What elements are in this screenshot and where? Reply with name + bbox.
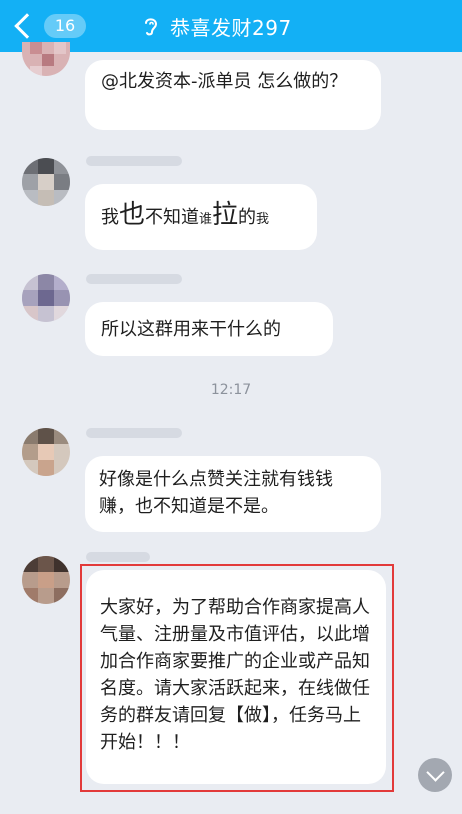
message-timestamp: 12:17 xyxy=(210,382,252,398)
message-bubble: @北发资本-派单员 怎么做的？ xyxy=(85,60,381,130)
avatar-mosaic xyxy=(22,158,70,206)
message-bubble: 所以这群用来干什么的 xyxy=(85,302,333,356)
message-bubble: 大家好，为了帮助合作商家提高人气量、注册量及市值评估，以此增加合作商家要推广的企… xyxy=(86,570,386,784)
sender-name-redacted xyxy=(86,428,182,438)
avatar[interactable] xyxy=(22,274,70,322)
message-bubble: 好像是什么点赞关注就有钱钱赚，也不知道是不是。 xyxy=(85,456,381,532)
sender-name-redacted xyxy=(86,552,150,562)
avatar[interactable] xyxy=(22,428,70,476)
avatar-mosaic xyxy=(22,556,70,604)
avatar[interactable] xyxy=(22,158,70,206)
message-bubble: 我也不知道谁拉的我 xyxy=(85,184,317,250)
sender-name-redacted xyxy=(86,274,182,284)
message-text: @北发资本-派单员 怎么做的？ xyxy=(101,71,348,92)
chevron-left-icon xyxy=(14,13,40,39)
avatar[interactable] xyxy=(22,556,70,604)
avatar-mosaic xyxy=(22,42,70,76)
sender-name-redacted xyxy=(86,156,182,166)
scroll-to-bottom-button[interactable] xyxy=(418,758,452,792)
chat-title-area[interactable]: 恭喜发财297 xyxy=(142,10,292,42)
message-text: 大家好，为了帮助合作商家提高人气量、注册量及市值评估，以此增加合作商家要推广的企… xyxy=(100,597,370,753)
message-text: 好像是什么点赞关注就有钱钱赚，也不知道是不是。 xyxy=(99,469,333,517)
ear-icon xyxy=(145,18,158,36)
avatar-mosaic xyxy=(22,428,70,476)
back-button[interactable]: 16 xyxy=(12,10,86,42)
message-text: 所以这群用来干什么的 xyxy=(101,318,281,340)
chevron-down-icon xyxy=(426,763,445,782)
avatar[interactable] xyxy=(22,42,70,76)
chat-title: 恭喜发财297 xyxy=(170,15,292,40)
avatar-mosaic xyxy=(22,274,70,322)
message-text: 我也不知道谁拉的我 xyxy=(101,199,270,230)
unread-badge: 16 xyxy=(44,14,86,38)
